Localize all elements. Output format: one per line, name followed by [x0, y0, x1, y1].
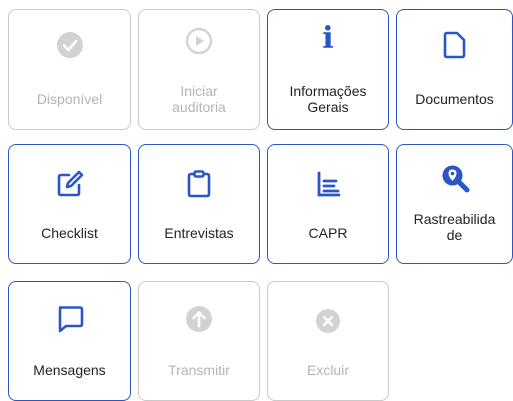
play-circle-icon [184, 26, 214, 56]
info-icon: i [322, 21, 334, 56]
tile-transmitir: Transmitir [138, 281, 260, 401]
check-circle-icon [55, 30, 85, 60]
tile-rastreabilidade[interactable]: Rastreabilida de [396, 144, 513, 264]
tile-label: Entrevistas [164, 225, 234, 241]
upload-circle-icon [184, 304, 214, 334]
tile-label: Rastreabilida de [413, 211, 496, 243]
delete-circle-icon [313, 306, 343, 336]
tile-label: Checklist [41, 225, 98, 241]
list-icon [313, 169, 343, 199]
tile-capr[interactable]: CAPR [267, 144, 389, 264]
tile-label: Mensagens [33, 362, 106, 378]
tile-label: Iniciar auditoria [172, 83, 226, 115]
clipboard-icon [184, 169, 214, 199]
tile-documentos[interactable]: Documentos [396, 9, 513, 130]
tile-label: Disponível [36, 91, 103, 107]
message-icon [55, 304, 85, 334]
tile-checklist[interactable]: Checklist [8, 144, 131, 264]
tile-disponivel: Disponível [8, 9, 131, 130]
tile-label: Excluir [306, 362, 349, 378]
tile-label: CAPR [308, 225, 348, 241]
tile-label: Documentos [415, 91, 494, 107]
edit-icon [55, 169, 85, 199]
tile-label: Informações Gerais [289, 83, 367, 115]
tile-informacoes-gerais[interactable]: i Informações Gerais [267, 9, 389, 130]
tile-label: Transmitir [168, 362, 230, 378]
tile-iniciar-auditoria: Iniciar auditoria [138, 9, 260, 130]
search-location-icon [440, 163, 470, 193]
document-icon [440, 30, 470, 60]
tile-mensagens[interactable]: Mensagens [8, 281, 131, 401]
tile-excluir: Excluir [267, 281, 389, 401]
tile-entrevistas[interactable]: Entrevistas [138, 144, 260, 264]
